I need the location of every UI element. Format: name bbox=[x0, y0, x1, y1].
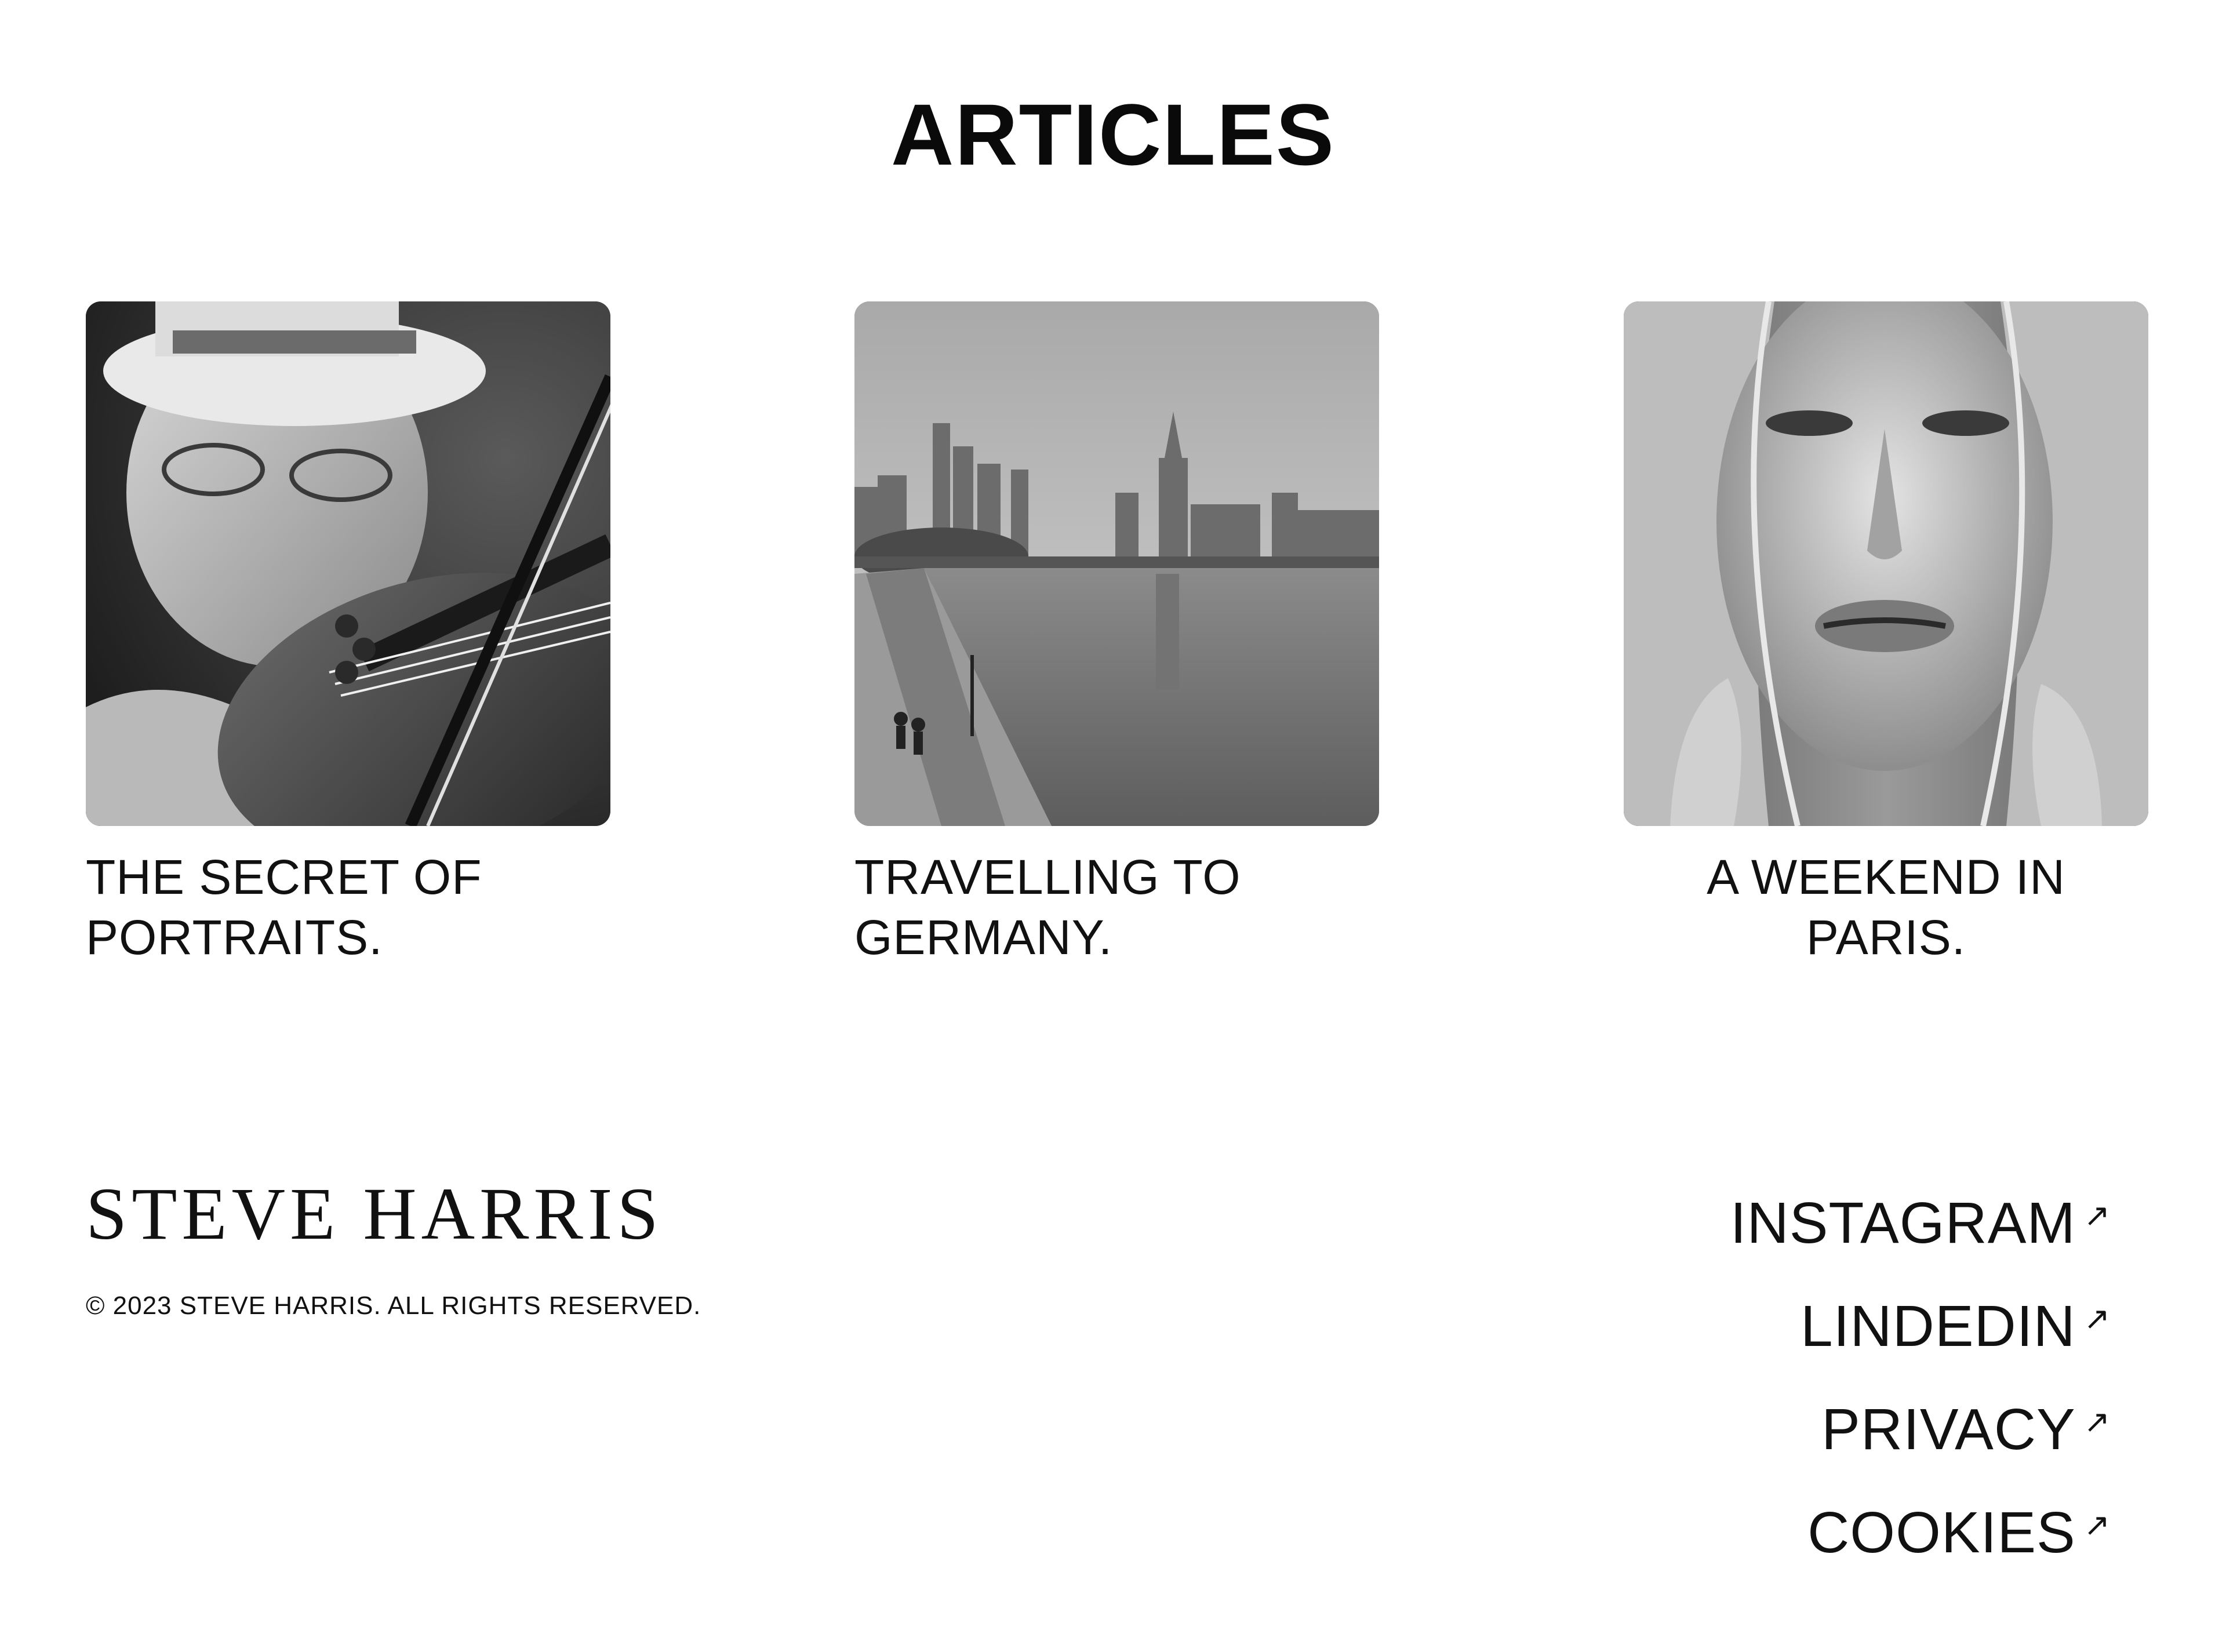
external-arrow-icon: ↗ bbox=[2083, 1507, 2110, 1543]
footer-link-label: LINDEDIN bbox=[1801, 1294, 2076, 1359]
footer-links: INSTAGRAM ↗ LINDEDIN ↗ PRIVACY ↗ COOKIES… bbox=[1530, 1188, 2110, 1601]
article-image-river-skyline[interactable] bbox=[854, 301, 1379, 826]
footer-link-label: INSTAGRAM bbox=[1730, 1191, 2076, 1256]
brand-logo[interactable]: STEVE HARRIS bbox=[86, 1177, 663, 1251]
external-arrow-icon: ↗ bbox=[2083, 1300, 2110, 1337]
article-card-paris[interactable]: A WEEKEND IN PARIS. bbox=[1624, 301, 2148, 967]
linkedin-link[interactable]: LINDEDIN ↗ bbox=[1530, 1291, 2110, 1395]
external-arrow-icon: ↗ bbox=[2083, 1197, 2110, 1233]
article-title[interactable]: TRAVELLING TO GERMANY. bbox=[854, 847, 1379, 967]
instagram-link[interactable]: INSTAGRAM ↗ bbox=[1530, 1188, 2110, 1291]
external-arrow-icon: ↗ bbox=[2083, 1403, 2110, 1440]
article-card-portraits[interactable]: THE SECRET OF PORTRAITS. bbox=[86, 301, 610, 967]
article-image-violinist[interactable] bbox=[86, 301, 610, 826]
articles-heading: ARTICLES bbox=[891, 86, 1335, 183]
article-title[interactable]: A WEEKEND IN PARIS. bbox=[1624, 847, 2148, 967]
footer-link-label: PRIVACY bbox=[1821, 1397, 2076, 1462]
copyright-text: © 2023 STEVE HARRIS. ALL RIGHTS RESERVED… bbox=[86, 1291, 701, 1320]
privacy-link[interactable]: PRIVACY ↗ bbox=[1530, 1395, 2110, 1498]
cookies-link[interactable]: COOKIES ↗ bbox=[1530, 1498, 2110, 1601]
footer-link-label: COOKIES bbox=[1807, 1500, 2076, 1565]
article-image-woman-portrait[interactable] bbox=[1624, 301, 2148, 826]
article-title[interactable]: THE SECRET OF PORTRAITS. bbox=[86, 847, 610, 967]
article-card-germany[interactable]: TRAVELLING TO GERMANY. bbox=[854, 301, 1379, 967]
